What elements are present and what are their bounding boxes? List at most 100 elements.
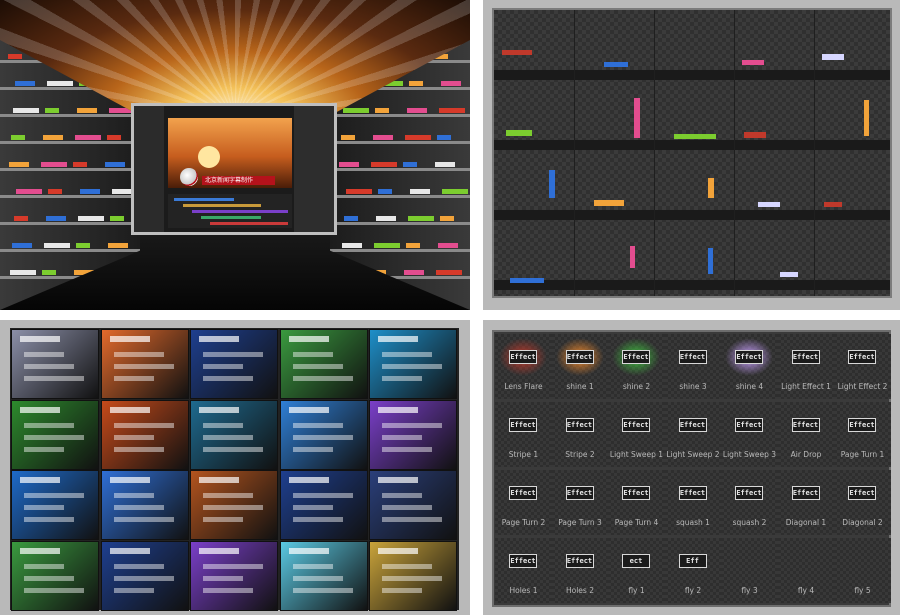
- thumb-row: [203, 434, 253, 440]
- template-thumbnail[interactable]: [11, 470, 99, 540]
- thumb-title-bar: [109, 336, 150, 342]
- strip-template[interactable]: [708, 178, 714, 198]
- shelf-item: [12, 243, 32, 248]
- thumb-title-bar: [20, 547, 60, 554]
- template-thumbnail[interactable]: [369, 470, 457, 540]
- timeline-clip: [174, 198, 234, 201]
- template-thumbnail[interactable]: [369, 540, 457, 611]
- thumb-row: [382, 505, 432, 510]
- template-thumbnail[interactable]: [100, 329, 189, 399]
- strip-template[interactable]: [634, 98, 640, 138]
- strip-template[interactable]: [744, 132, 766, 138]
- shelf-item: [376, 216, 396, 221]
- strip-template[interactable]: [824, 202, 842, 207]
- strip-template[interactable]: [780, 272, 798, 277]
- effect-cell[interactable]: Effect Light Sweep 3: [721, 402, 778, 467]
- template-thumbnail[interactable]: [190, 470, 278, 540]
- effect-cell[interactable]: Effect shine 2: [608, 334, 665, 399]
- effect-cell[interactable]: Effect Page Turn 3: [551, 470, 609, 535]
- effect-cell[interactable]: Effect Lens Flare: [495, 334, 552, 399]
- template-thumbnail[interactable]: [190, 399, 278, 470]
- strip-template[interactable]: [630, 246, 635, 268]
- effect-cell[interactable]: Effect shine 4: [721, 334, 778, 399]
- template-thumbnail[interactable]: [279, 399, 368, 470]
- thumb-row: [113, 376, 154, 381]
- effect-cell[interactable]: Effect Light Effect 1: [777, 334, 835, 399]
- thumb-row: [292, 434, 353, 440]
- strip-template[interactable]: [674, 134, 716, 139]
- effect-cell[interactable]: fly 4: [777, 538, 835, 603]
- thumb-row: [292, 422, 343, 428]
- shelf-item: [403, 162, 417, 167]
- effect-cell[interactable]: Effect squash 2: [721, 470, 778, 535]
- effect-badge: Effect: [791, 350, 820, 364]
- effect-cell[interactable]: fly 5: [834, 538, 891, 603]
- effect-cell[interactable]: Effect Page Turn 1: [834, 402, 891, 467]
- effect-cell[interactable]: Effect Light Sweep 2: [664, 402, 722, 467]
- effect-cell[interactable]: Effect Holes 1: [495, 538, 552, 603]
- strip-template[interactable]: [502, 50, 532, 55]
- effect-cell[interactable]: Effect Stripe 2: [551, 402, 609, 467]
- template-thumbnail[interactable]: [100, 470, 189, 540]
- effect-cell[interactable]: Effect Stripe 1: [495, 402, 552, 467]
- timeline-clip: [192, 210, 288, 213]
- effect-cell[interactable]: Effect Page Turn 4: [608, 470, 665, 535]
- thumb-row: [292, 364, 343, 369]
- thumb-row: [382, 493, 422, 498]
- template-thumbnail[interactable]: [279, 540, 368, 611]
- template-thumbnail[interactable]: [11, 540, 99, 611]
- template-thumbnail[interactable]: [190, 540, 278, 611]
- effect-badge: Effect: [791, 486, 820, 500]
- shelf-item: [13, 108, 39, 113]
- template-thumbnail[interactable]: [11, 399, 99, 470]
- strip-template[interactable]: [594, 200, 624, 206]
- template-thumbnail[interactable]: [190, 329, 278, 399]
- template-thumbnail[interactable]: [279, 470, 368, 540]
- shelf-item: [438, 243, 458, 248]
- shelf-item: [341, 135, 355, 140]
- effect-cell[interactable]: Effect Page Turn 2: [495, 470, 552, 535]
- strip-template[interactable]: [506, 130, 532, 136]
- thumb-title-bar: [109, 547, 150, 554]
- template-thumbnail[interactable]: [369, 399, 457, 470]
- template-thumbnail[interactable]: [279, 329, 368, 399]
- effect-cell[interactable]: Effect Holes 2: [551, 538, 609, 603]
- effect-cell[interactable]: ect fly 1: [608, 538, 665, 603]
- strip-template[interactable]: [604, 62, 628, 67]
- template-thumbnail[interactable]: [100, 540, 189, 611]
- strip-template[interactable]: [549, 170, 555, 198]
- shelf-item: [406, 243, 420, 248]
- shelf: [0, 222, 140, 225]
- thumb-row: [292, 505, 333, 510]
- shelf-item: [15, 81, 35, 86]
- thumb-row: [113, 517, 174, 522]
- effect-cell[interactable]: Effect shine 3: [664, 334, 722, 399]
- shelf-item: [375, 108, 389, 113]
- effect-cell[interactable]: Effect shine 1: [551, 334, 609, 399]
- thumb-row: [113, 364, 174, 369]
- effect-cell[interactable]: fly 3: [721, 538, 778, 603]
- effect-cell[interactable]: Eff fly 2: [664, 538, 722, 603]
- strip-template[interactable]: [758, 202, 780, 207]
- strip-template[interactable]: [822, 54, 844, 60]
- strip-template[interactable]: [708, 248, 713, 274]
- template-thumbnail[interactable]: [100, 399, 189, 470]
- effect-cell[interactable]: Effect squash 1: [664, 470, 722, 535]
- effect-label: shine 2: [622, 382, 651, 391]
- shelf-item: [342, 243, 362, 248]
- globe-logo-icon: [180, 168, 198, 186]
- effect-cell[interactable]: Effect Diagonal 2: [834, 470, 891, 535]
- effect-badge: Effect: [848, 350, 876, 364]
- strip-template[interactable]: [510, 278, 544, 283]
- effect-cell[interactable]: Effect Air Drop: [777, 402, 835, 467]
- template-thumbnail[interactable]: [11, 329, 99, 399]
- shelf-item: [407, 108, 427, 113]
- effect-cell[interactable]: Effect Light Sweep 1: [608, 402, 665, 467]
- effect-cell[interactable]: Effect Diagonal 1: [777, 470, 835, 535]
- shelf-item: [437, 135, 451, 140]
- shelf-item: [8, 54, 22, 59]
- effect-cell[interactable]: Effect Light Effect 2: [834, 334, 891, 399]
- template-thumbnail[interactable]: [369, 329, 457, 399]
- strip-template[interactable]: [742, 60, 764, 65]
- strip-template[interactable]: [864, 100, 869, 136]
